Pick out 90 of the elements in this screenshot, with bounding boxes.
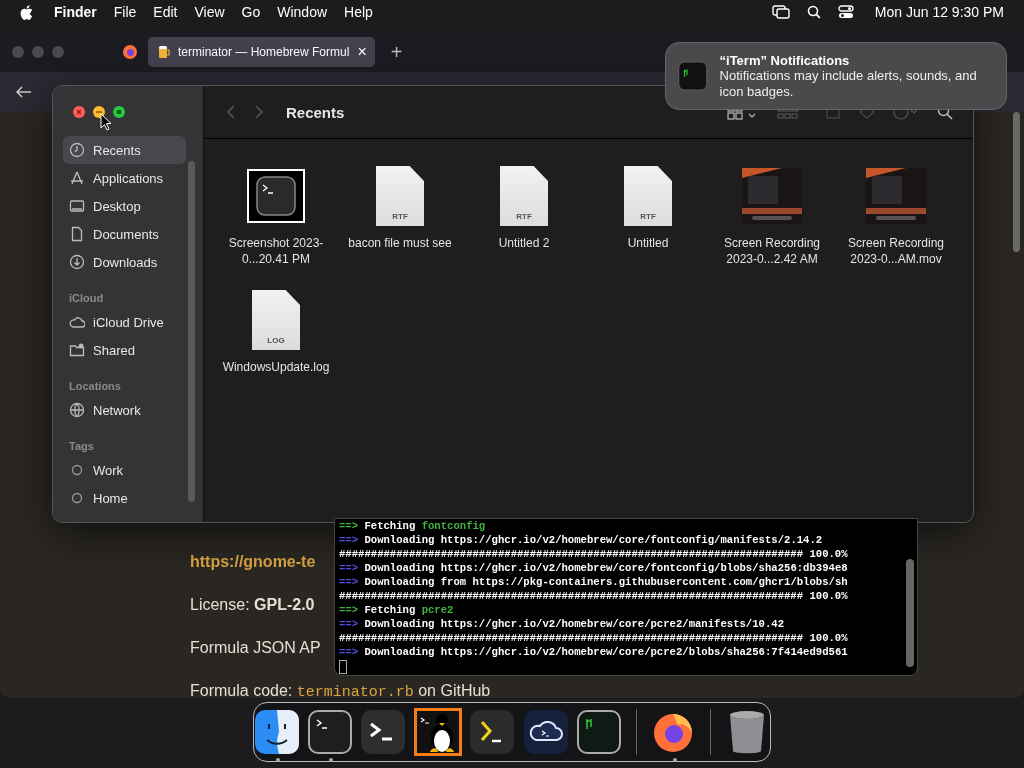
- firefox-icon[interactable]: [122, 44, 138, 60]
- menu-item[interactable]: Help: [344, 4, 373, 20]
- apps-icon: [69, 170, 85, 186]
- document-icon[interactable]: RTF: [500, 166, 548, 226]
- file-name[interactable]: Screen Recording 2023-0...AM.mov: [840, 235, 952, 267]
- clock[interactable]: Mon Jun 12 9:30 PM: [874, 4, 1004, 20]
- menu-app-name[interactable]: Finder: [54, 4, 97, 20]
- sidebar-item[interactable]: Downloads: [63, 248, 186, 276]
- terminal-line: ==> Fetching pcre2: [339, 603, 455, 617]
- terminal-app-icon[interactable]: [576, 710, 621, 754]
- sidebar-item[interactable]: Documents: [63, 220, 186, 248]
- file-name[interactable]: Screenshot 2023-0...20.41 PM: [220, 235, 332, 267]
- notification-title: “iTerm” Notifications: [719, 52, 851, 68]
- notification-toast[interactable]: “iTerm” Notifications Notifications may include alerts, sounds, and icon badges.: [665, 42, 1007, 110]
- download-icon: [69, 254, 85, 270]
- control-center-icon[interactable]: [837, 5, 854, 19]
- sidebar-item[interactable]: Desktop: [63, 192, 186, 220]
- notification-message: Notifications may include alerts, sounds, and icon badges.: [719, 67, 978, 100]
- sidebar-section-title: Locations: [68, 379, 122, 394]
- shared-icon: [69, 342, 85, 358]
- network-icon: [69, 402, 85, 418]
- terminal-line: ==> Downloading https://ghcr.io/v2/homebrew/core/pcre2/blobs/sha256:7f414ed9d561: [339, 645, 849, 659]
- beer-mug-icon: [158, 45, 170, 59]
- terminal-line: ==> Downloading https://ghcr.io/v2/homebrew/core/fontconfig/blobs/sha256:db394e8: [339, 561, 849, 575]
- video-thumbnail-icon[interactable]: [866, 168, 926, 224]
- sidebar-section-title: iCloud: [68, 291, 105, 306]
- sidebar-item[interactable]: Recents: [63, 136, 186, 164]
- screen-mirroring-icon[interactable]: [771, 5, 790, 19]
- terminal-line: ######################################################################### 100.0%: [339, 631, 849, 645]
- page-text: Formula JSON AP: [190, 638, 321, 658]
- back-arrow-icon[interactable]: [16, 86, 32, 98]
- file-name[interactable]: Untitled: [592, 235, 704, 251]
- window-close-button[interactable]: [73, 106, 85, 118]
- prompt-app-icon[interactable]: [470, 710, 515, 754]
- sidebar-item[interactable]: Work: [63, 456, 186, 484]
- smiling-face-app-icon[interactable]: [254, 710, 299, 754]
- terminal-app-icon[interactable]: [307, 710, 352, 754]
- sidebar-section-title: Tags: [68, 439, 95, 454]
- text-cursor: [339, 660, 347, 674]
- window-title: Recents: [286, 103, 345, 121]
- mouse-pointer-icon: [100, 113, 112, 131]
- document-icon[interactable]: RTF: [624, 166, 672, 226]
- terminal-line: ######################################################################### 100.0%: [339, 589, 849, 603]
- tab-close-button[interactable]: ×: [357, 43, 367, 61]
- scrollbar[interactable]: [188, 161, 195, 502]
- menu-item[interactable]: File: [113, 4, 137, 20]
- terminal-line: ==> Fetching fontconfig: [339, 519, 487, 533]
- file-name[interactable]: Untitled 2: [468, 235, 580, 251]
- tag-icon: [69, 490, 85, 506]
- sidebar-item[interactable]: Shared: [63, 336, 186, 364]
- window-zoom-button[interactable]: [113, 106, 125, 118]
- document-icon[interactable]: RTF: [376, 166, 424, 226]
- menu-item[interactable]: View: [194, 4, 225, 20]
- sidebar-item[interactable]: Network: [63, 396, 186, 424]
- apple-logo-icon[interactable]: [20, 4, 33, 20]
- code-link[interactable]: terminator.rb: [296, 684, 414, 698]
- penguin-terminal-app-icon[interactable]: [413, 708, 462, 756]
- file-name[interactable]: Screen Recording 2023-0...2.42 AM: [716, 235, 828, 267]
- file-name[interactable]: bacon file must see: [344, 235, 456, 251]
- cloud-icon: [69, 314, 85, 330]
- browser-tab[interactable]: terminator — Homebrew Formul ×: [148, 37, 375, 67]
- page-text: License: GPL-2.0: [190, 595, 315, 615]
- cloud-app-icon[interactable]: [523, 710, 568, 754]
- menu-item[interactable]: Go: [241, 4, 261, 20]
- page-text: Formula code: terminator.rb on GitHub: [190, 681, 491, 698]
- clock-icon: [69, 142, 85, 158]
- video-thumbnail-icon[interactable]: [742, 168, 802, 224]
- tab-title: terminator — Homebrew Formul: [178, 45, 350, 59]
- tag-icon: [69, 462, 85, 478]
- terminal-app-icon: [678, 58, 708, 94]
- terminal-line: ==> Downloading https://ghcr.io/v2/homebrew/core/pcre2/manifests/10.42: [339, 617, 786, 631]
- prompt-app-icon[interactable]: [361, 710, 406, 754]
- new-tab-button[interactable]: +: [390, 40, 403, 64]
- file-name[interactable]: WindowsUpdate.log: [220, 359, 332, 375]
- sidebar-item[interactable]: Home: [63, 484, 186, 512]
- terminal-line: ######################################################################### 100.0%: [339, 547, 849, 561]
- terminal-line: ==> Downloading https://ghcr.io/v2/homebrew/core/fontconfig/manifests/2.14.2: [339, 533, 824, 547]
- document-icon[interactable]: LOG: [252, 290, 300, 350]
- terminal-thumbnail-icon[interactable]: [247, 169, 305, 223]
- sidebar-item[interactable]: Applications: [63, 164, 186, 192]
- homepage-link[interactable]: https://gnome-te: [190, 552, 316, 572]
- scrollbar[interactable]: [906, 559, 914, 667]
- menu-item[interactable]: Edit: [153, 4, 178, 20]
- search-icon[interactable]: [806, 5, 821, 19]
- document-icon: [69, 226, 85, 242]
- terminal-line: ==> Downloading from https://pkg-containers.githubusercontent.com/ghcr1/blobs/sh: [339, 575, 849, 589]
- desktop-icon: [69, 198, 85, 214]
- menu-item[interactable]: Window: [277, 4, 328, 20]
- sidebar-item[interactable]: iCloud Drive: [63, 308, 186, 336]
- scrollbar[interactable]: [1013, 112, 1020, 252]
